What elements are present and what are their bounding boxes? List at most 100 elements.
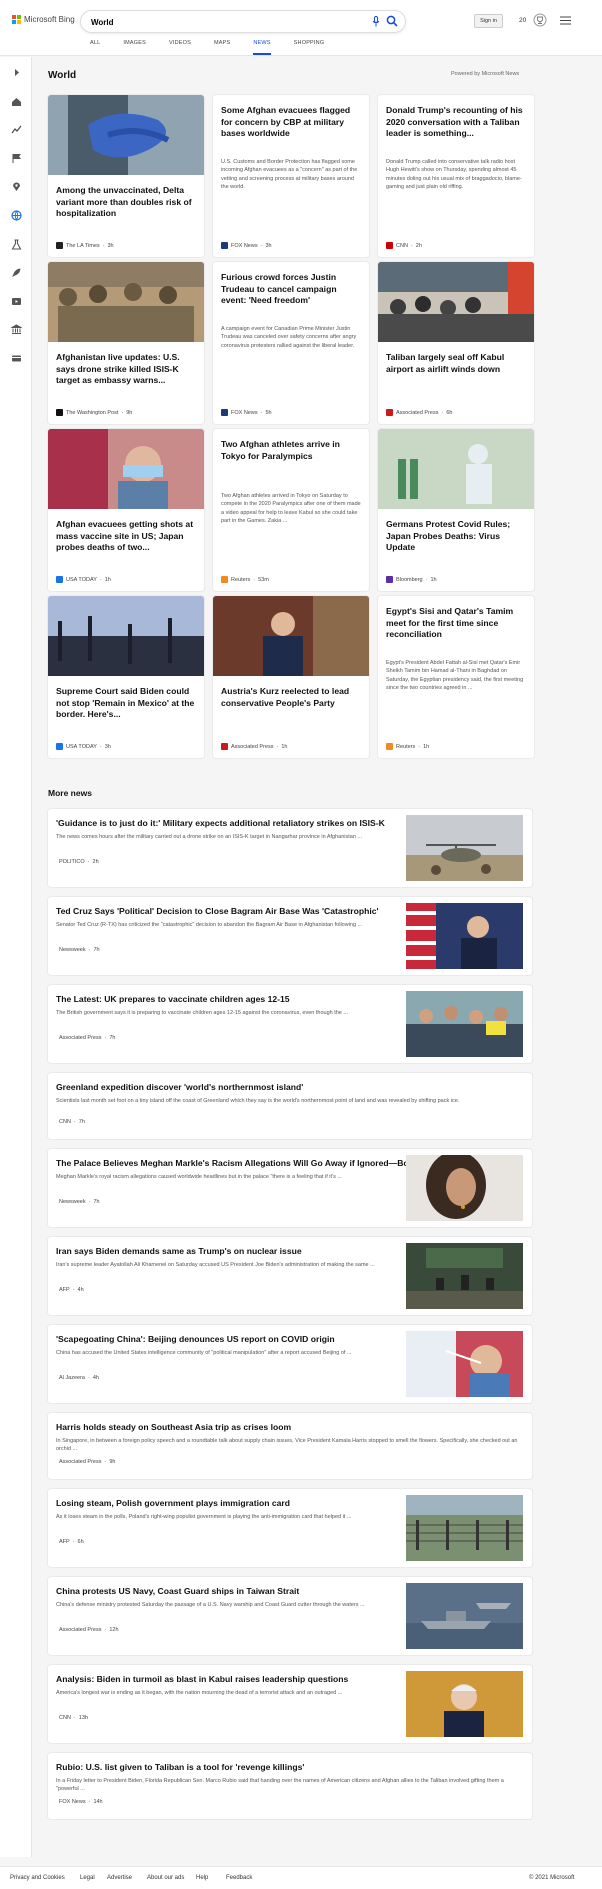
microphone-icon[interactable] <box>372 16 380 27</box>
news-source[interactable]: CNN · 2h <box>386 242 422 249</box>
news-thumbnail[interactable] <box>406 1495 523 1561</box>
more-news-item[interactable]: 'Scapegoating China': Beijing denounces … <box>48 1325 532 1403</box>
news-source[interactable]: FOX News · 5h <box>221 409 272 416</box>
more-news-title[interactable]: Rubio: U.S. list given to Taliban is a t… <box>56 1762 304 1773</box>
rocket-icon[interactable] <box>11 267 22 278</box>
news-card-title[interactable]: Afghan evacuees getting shots at mass va… <box>56 519 196 554</box>
tab-all[interactable]: ALL <box>90 40 100 55</box>
news-source[interactable]: Newsweek · 7h <box>56 1199 100 1205</box>
news-card-title[interactable]: Germans Protest Covid Rules; Japan Probe… <box>386 519 526 554</box>
news-thumbnail[interactable] <box>406 1243 523 1309</box>
more-news-item[interactable]: Analysis: Biden in turmoil as blast in K… <box>48 1665 532 1743</box>
news-source[interactable]: USA TODAY · 3h <box>56 743 111 750</box>
news-source[interactable]: Associated Press · 1h <box>221 743 287 750</box>
news-card[interactable]: Austria's Kurz reelected to lead conserv… <box>213 596 369 758</box>
rewards-trophy-icon[interactable] <box>533 13 547 27</box>
news-source[interactable]: Associated Press · 6h <box>386 409 452 416</box>
news-card-title[interactable]: Two Afghan athletes arrive in Tokyo for … <box>221 439 361 462</box>
news-card[interactable]: Egypt's Sisi and Qatar's Tamim meet for … <box>378 596 534 758</box>
news-card-title[interactable]: Supreme Court said Biden could not stop … <box>56 686 196 721</box>
news-source[interactable]: FOX News · 14h <box>56 1799 103 1805</box>
footer-link[interactable]: Privacy and Cookies <box>10 1875 65 1881</box>
news-card[interactable]: Among the unvaccinated, Delta variant mo… <box>48 95 204 257</box>
news-card[interactable]: Some Afghan evacuees flagged for concern… <box>213 95 369 257</box>
news-thumbnail[interactable] <box>406 815 523 881</box>
news-source[interactable]: Associated Press · 9h <box>56 1459 115 1465</box>
news-card-title[interactable]: Austria's Kurz reelected to lead conserv… <box>221 686 361 709</box>
news-source[interactable]: USA TODAY · 1h <box>56 576 111 583</box>
more-news-title[interactable]: 'Guidance is to just do it:' Military ex… <box>56 818 385 829</box>
globe-icon[interactable] <box>11 210 22 221</box>
news-thumbnail[interactable] <box>406 903 523 969</box>
more-news-title[interactable]: China protests US Navy, Coast Guard ship… <box>56 1586 299 1597</box>
news-source[interactable]: Associated Press · 7h <box>56 1035 115 1041</box>
footer-link[interactable]: Help <box>196 1875 208 1881</box>
flag-icon[interactable] <box>11 153 22 164</box>
trending-icon[interactable] <box>11 124 22 135</box>
news-card-title[interactable]: Afghanistan live updates: U.S. says dron… <box>56 352 196 387</box>
footer-link[interactable]: Legal <box>80 1875 95 1881</box>
news-source[interactable]: FOX News · 3h <box>221 242 272 249</box>
tab-maps[interactable]: MAPS <box>214 40 230 55</box>
search-input[interactable] <box>91 15 341 29</box>
news-card[interactable]: Taliban largely seal off Kabul airport a… <box>378 262 534 424</box>
news-source[interactable]: Bloomberg · 1h <box>386 576 437 583</box>
more-news-title[interactable]: Losing steam, Polish government plays im… <box>56 1498 290 1509</box>
news-source[interactable]: CNN · 7h <box>56 1119 85 1125</box>
news-image[interactable] <box>378 262 534 342</box>
news-card-title[interactable]: Furious crowd forces Justin Trudeau to c… <box>221 272 361 307</box>
news-card[interactable]: Donald Trump's recounting of his 2020 co… <box>378 95 534 257</box>
news-thumbnail[interactable] <box>406 1331 523 1397</box>
news-source[interactable]: Al Jazeera · 4h <box>56 1375 99 1381</box>
more-news-title[interactable]: Greenland expedition discover 'world's n… <box>56 1082 303 1093</box>
news-source[interactable]: Reuters · 1h <box>386 743 429 750</box>
news-source[interactable]: AFP · 4h <box>56 1287 84 1293</box>
news-image[interactable] <box>48 596 204 676</box>
news-card[interactable]: Afghanistan live updates: U.S. says dron… <box>48 262 204 424</box>
footer-link[interactable]: Advertise <box>107 1875 132 1881</box>
menu-icon[interactable] <box>560 16 571 25</box>
news-image[interactable] <box>378 429 534 509</box>
more-news-item[interactable]: Rubio: U.S. list given to Taliban is a t… <box>48 1753 532 1819</box>
more-news-item[interactable]: Losing steam, Polish government plays im… <box>48 1489 532 1567</box>
news-card[interactable]: Afghan evacuees getting shots at mass va… <box>48 429 204 591</box>
news-source[interactable]: The LA Times · 3h <box>56 242 114 249</box>
news-card-title[interactable]: Egypt's Sisi and Qatar's Tamim meet for … <box>386 606 526 641</box>
bing-logo[interactable]: Microsoft Bing <box>12 15 75 24</box>
powered-by-text[interactable]: Powered by Microsoft News <box>451 71 519 77</box>
news-source[interactable]: Newsweek · 7h <box>56 947 100 953</box>
more-news-item[interactable]: 'Guidance is to just do it:' Military ex… <box>48 809 532 887</box>
news-thumbnail[interactable] <box>406 1671 523 1737</box>
search-icon[interactable] <box>386 15 398 27</box>
entertainment-icon[interactable] <box>11 296 22 307</box>
news-source[interactable]: POLITICO · 2h <box>56 859 99 865</box>
more-news-item[interactable]: Greenland expedition discover 'world's n… <box>48 1073 532 1139</box>
news-source[interactable]: CNN · 13h <box>56 1715 88 1721</box>
more-news-item[interactable]: The Latest: UK prepares to vaccinate chi… <box>48 985 532 1063</box>
tab-shopping[interactable]: SHOPPING <box>294 40 325 55</box>
news-card[interactable]: Furious crowd forces Justin Trudeau to c… <box>213 262 369 424</box>
news-image[interactable] <box>48 262 204 342</box>
more-news-item[interactable]: China protests US Navy, Coast Guard ship… <box>48 1577 532 1655</box>
more-news-item[interactable]: Harris holds steady on Southeast Asia tr… <box>48 1413 532 1479</box>
footer-link[interactable]: About our ads <box>147 1875 184 1881</box>
expand-arrow-icon[interactable] <box>11 67 22 78</box>
news-card[interactable]: Supreme Court said Biden could not stop … <box>48 596 204 758</box>
more-news-item[interactable]: The Palace Believes Meghan Markle's Raci… <box>48 1149 532 1227</box>
more-news-title[interactable]: The Palace Believes Meghan Markle's Raci… <box>56 1158 419 1169</box>
sign-in-button[interactable]: Sign in <box>474 14 503 28</box>
home-icon[interactable] <box>11 96 22 107</box>
more-news-title[interactable]: Analysis: Biden in turmoil as blast in K… <box>56 1674 348 1685</box>
news-source[interactable]: AFP · 6h <box>56 1539 84 1545</box>
news-card-title[interactable]: Donald Trump's recounting of his 2020 co… <box>386 105 526 140</box>
tab-images[interactable]: IMAGES <box>123 40 146 55</box>
money-icon[interactable] <box>11 324 22 335</box>
news-card-title[interactable]: Taliban largely seal off Kabul airport a… <box>386 352 526 375</box>
news-thumbnail[interactable] <box>406 1155 523 1221</box>
news-source[interactable]: Associated Press · 12h <box>56 1627 119 1633</box>
footer-link[interactable]: Feedback <box>226 1875 252 1881</box>
more-news-title[interactable]: 'Scapegoating China': Beijing denounces … <box>56 1334 335 1345</box>
more-news-title[interactable]: The Latest: UK prepares to vaccinate chi… <box>56 994 290 1005</box>
news-card-title[interactable]: Some Afghan evacuees flagged for concern… <box>221 105 361 140</box>
more-news-title[interactable]: Harris holds steady on Southeast Asia tr… <box>56 1422 291 1433</box>
